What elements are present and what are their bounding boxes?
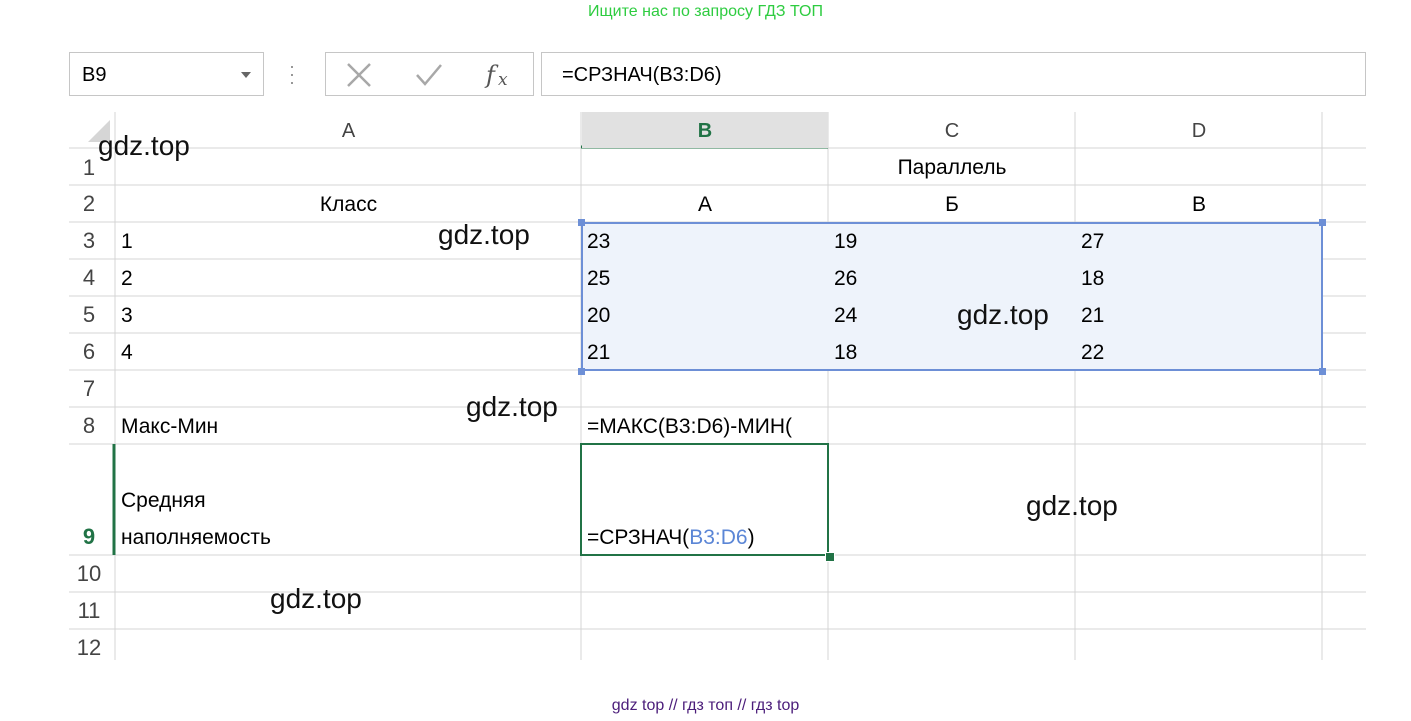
cell-b6[interactable]: 21 [587, 335, 823, 371]
cell-c2[interactable]: Б [829, 187, 1075, 223]
row-header-12[interactable]: 12 [69, 630, 109, 666]
column-header-c[interactable]: C [829, 112, 1075, 148]
watermark: gdz.top [957, 299, 1049, 330]
cell-b9-suffix: ) [747, 526, 755, 549]
column-header-d[interactable]: D [1076, 112, 1322, 148]
cell-b4[interactable]: 25 [587, 261, 823, 297]
cell-a9-line1[interactable]: Средняя [121, 483, 576, 519]
row-header-3[interactable]: 3 [69, 223, 109, 259]
cell-a2[interactable]: Класс [116, 187, 581, 223]
cell-b9[interactable]: =СРЗНАЧ(B3:D6) [587, 520, 823, 556]
cell-a5[interactable]: 3 [121, 298, 576, 334]
fill-handle[interactable] [825, 552, 835, 562]
cell-c4[interactable]: 26 [834, 261, 1070, 297]
row-header-5[interactable]: 5 [69, 297, 109, 333]
cell-d4[interactable]: 18 [1081, 261, 1317, 297]
cell-b5[interactable]: 20 [587, 298, 823, 334]
cell-a9-line2[interactable]: наполняемость [121, 520, 576, 556]
row-header-8[interactable]: 8 [69, 408, 109, 444]
cell-c1[interactable]: Параллель [829, 150, 1075, 186]
row-header-10[interactable]: 10 [69, 556, 109, 592]
cell-b3[interactable]: 23 [587, 224, 823, 260]
cell-a6[interactable]: 4 [121, 335, 576, 371]
watermark: gdz.top [98, 130, 190, 161]
cell-d2[interactable]: В [1076, 187, 1322, 223]
cell-d5[interactable]: 21 [1081, 298, 1317, 334]
cell-b9-range-ref: B3:D6 [689, 526, 748, 549]
cell-b8[interactable]: =МАКС(B3:D6)-МИН( [587, 409, 828, 445]
cell-b9-prefix: =СРЗНАЧ( [587, 526, 690, 549]
watermark: gdz.top [466, 391, 558, 422]
cell-d6[interactable]: 22 [1081, 335, 1317, 371]
row-header-4[interactable]: 4 [69, 260, 109, 296]
row-header-9[interactable]: 9 [69, 519, 109, 555]
row-header-6[interactable]: 6 [69, 334, 109, 370]
watermark: gdz.top [1026, 490, 1118, 521]
row-header-7[interactable]: 7 [69, 371, 109, 407]
row-header-11[interactable]: 11 [69, 593, 109, 629]
column-header-b[interactable]: B [582, 112, 828, 148]
cell-c3[interactable]: 19 [834, 224, 1070, 260]
cell-a4[interactable]: 2 [121, 261, 576, 297]
range-handle[interactable] [578, 368, 585, 375]
cell-c6[interactable]: 18 [834, 335, 1070, 371]
cell-d3[interactable]: 27 [1081, 224, 1317, 260]
watermark: gdz.top [270, 583, 362, 614]
cell-b2[interactable]: А [582, 187, 828, 223]
range-handle[interactable] [1319, 368, 1326, 375]
bottom-banner: gdz top // гдз топ // гдз top [611, 697, 800, 714]
row-header-2[interactable]: 2 [69, 186, 109, 222]
watermark: gdz.top [438, 219, 530, 250]
